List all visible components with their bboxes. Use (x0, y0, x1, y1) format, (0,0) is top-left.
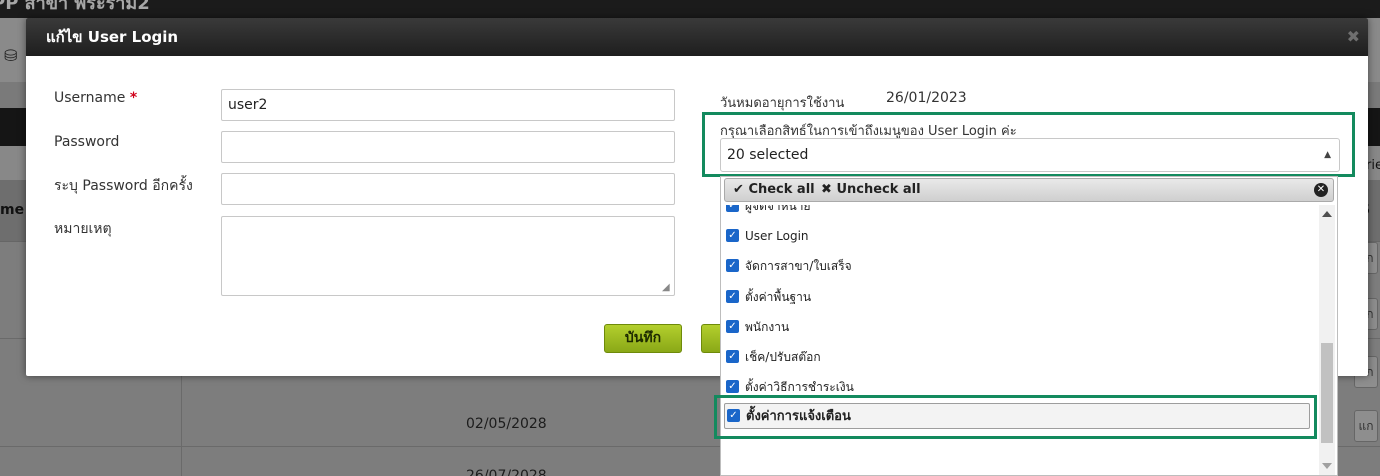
table-row-date: 02/05/2028 (466, 416, 547, 432)
expiry-value: 26/01/2023 (886, 90, 967, 106)
highlight-notification-item (714, 395, 1317, 439)
password-label: Password (54, 134, 120, 150)
app-title-bar: PP สาขา พระราม2 (0, 0, 1380, 18)
scroll-thumb[interactable] (1321, 343, 1333, 443)
password-confirm-label: ระบุ Password อีกครั้ง (54, 178, 193, 194)
modal-header: แก้ไข User Login ✖ (26, 18, 1368, 56)
checkbox-checked-icon[interactable]: ✓ (726, 228, 739, 242)
remark-textarea[interactable] (221, 216, 675, 296)
remark-label: หมายเหตุ (54, 221, 112, 237)
checkbox-checked-icon[interactable]: ✓ (726, 349, 739, 363)
checkbox-checked-icon[interactable]: ✓ (726, 319, 739, 333)
list-item[interactable]: ✓ จัดการสาขา/ใบเสร็จ (726, 253, 852, 279)
column-header-partial: me (0, 202, 25, 218)
list-item[interactable]: ✓ ผู้จัดจำหน่าย (726, 205, 811, 219)
list-item[interactable]: ✓ User Login (726, 223, 809, 249)
resize-handle-icon[interactable]: ◢ (662, 282, 674, 294)
list-item[interactable]: ✓ ตั้งค่าพื้นฐาน (726, 284, 811, 310)
app-title: PP สาขา พระราม2 (0, 0, 150, 14)
username-label: Username * (54, 90, 138, 106)
required-mark: * (129, 90, 138, 106)
check-all-button[interactable]: ✔ Check all (733, 179, 815, 201)
checkbox-checked-icon[interactable]: ✓ (726, 289, 739, 303)
modal-title: แก้ไข User Login (46, 28, 179, 46)
list-item[interactable]: ✓ เช็ค/ปรับสต๊อก (726, 344, 821, 370)
list-item[interactable]: ✓ พนักงาน (726, 314, 789, 340)
password-confirm-input[interactable] (221, 173, 675, 205)
checkbox-checked-icon[interactable]: ✓ (726, 258, 739, 272)
check-icon: ✔ (733, 182, 744, 197)
dropdown-header: ✔ Check all ✖ Uncheck all ✕ (724, 178, 1334, 202)
close-circle-icon[interactable]: ✕ (1314, 183, 1328, 197)
expiry-label: วันหมดอายุการใช้งาน (720, 96, 845, 111)
x-icon: ✖ (821, 182, 832, 197)
checkbox-checked-icon[interactable]: ✓ (726, 379, 739, 393)
close-icon[interactable]: ✖ (1347, 18, 1360, 56)
dropdown-scrollbar[interactable] (1319, 205, 1335, 475)
uncheck-all-button[interactable]: ✖ Uncheck all (821, 179, 921, 201)
scroll-up-icon[interactable] (1322, 211, 1332, 217)
save-button[interactable]: บันทึก (604, 324, 682, 353)
highlight-permission-field (702, 112, 1355, 177)
checkbox-checked-icon[interactable]: ✓ (726, 205, 739, 212)
username-input[interactable] (221, 89, 675, 121)
row-edit-button[interactable]: แก (1354, 410, 1378, 442)
password-input[interactable] (221, 131, 675, 163)
right-partial-text: rie (1366, 158, 1380, 173)
scroll-down-icon[interactable] (1322, 463, 1332, 469)
table-row-date: 26/07/2028 (466, 468, 547, 476)
toolbar-icon: ⛁ (4, 46, 18, 65)
